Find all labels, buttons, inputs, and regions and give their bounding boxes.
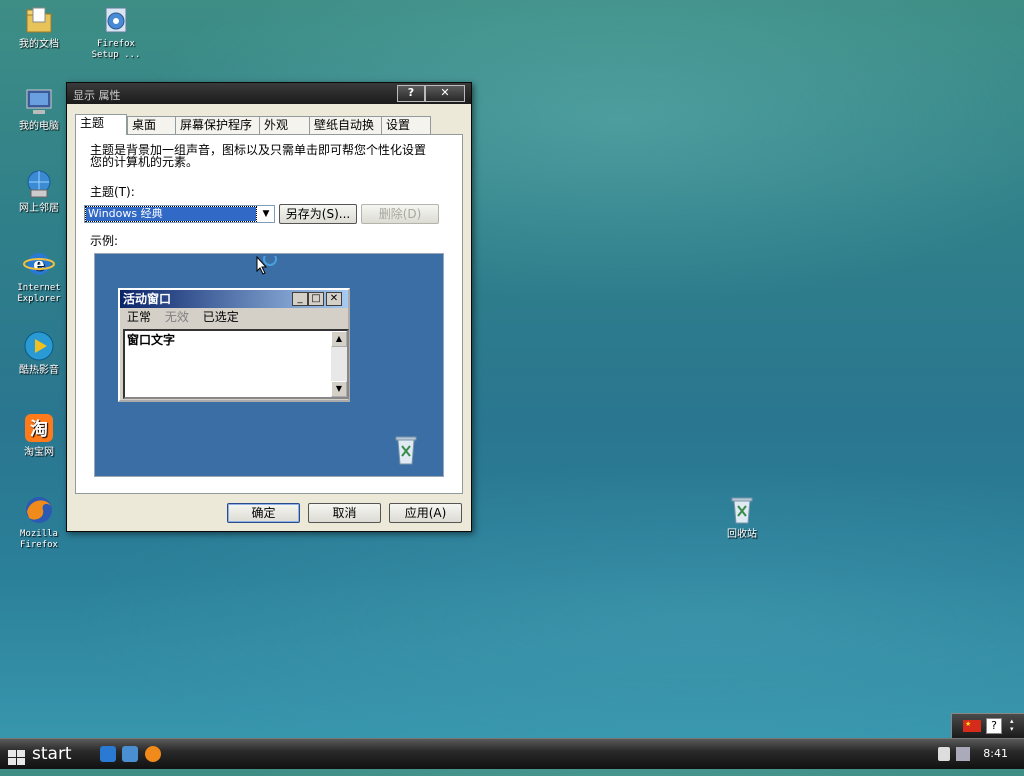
firefox-icon [23, 494, 55, 526]
start-button[interactable]: start [0, 739, 92, 769]
folder-icon [23, 4, 55, 36]
language-bar-options-icon[interactable]: ▴ ▾ [1010, 717, 1020, 733]
ie-icon: e [23, 248, 55, 280]
play-icon [23, 330, 55, 362]
close-icon: ✕ [326, 292, 342, 306]
tab-appearance[interactable]: 外观 [259, 116, 311, 134]
preview-window: 活动窗口 _ □ ✕ 正常 无效 已选定 窗口文字 ▲ ▼ [118, 288, 350, 402]
busy-cursor-icon [256, 252, 280, 283]
preview-scrollbar: ▲ ▼ [331, 331, 347, 397]
network-tray-icon[interactable] [956, 747, 970, 761]
preview-menu-selected: 已选定 [202, 310, 239, 324]
desktop-icon-my-documents[interactable]: 我的文档 [7, 4, 71, 50]
desktop-icon-media-player[interactable]: 酷热影音 [7, 330, 71, 376]
china-flag-icon[interactable]: ★ [963, 720, 981, 732]
svg-text:淘: 淘 [30, 418, 48, 440]
preview-window-titlebar: 活动窗口 _ □ ✕ [120, 290, 348, 308]
desktop-icon-internet-explorer[interactable]: e Internet Explorer [7, 248, 71, 305]
help-icon[interactable]: ? [986, 718, 1002, 734]
desktop-icon-label-line2: Explorer [17, 294, 61, 304]
tab-theme[interactable]: 主题 [75, 114, 127, 135]
desktop-icon-taobao[interactable]: 淘 淘宝网 [7, 412, 71, 458]
recycle-bin-icon [726, 494, 758, 526]
svg-text:e: e [33, 254, 44, 275]
scroll-down-icon: ▼ [331, 381, 347, 397]
preview-menu: 正常 无效 已选定 [120, 308, 348, 326]
taobao-icon: 淘 [23, 412, 55, 444]
preview-text-area: 窗口文字 ▲ ▼ [123, 329, 349, 399]
theme-dropdown[interactable]: Windows 经典 ▼ [84, 205, 275, 223]
desktop-icon-firefox-setup[interactable]: Firefox Setup ... [84, 4, 148, 61]
computer-icon [23, 86, 55, 118]
description-line-2: 您的计算机的元素。 [90, 155, 199, 169]
start-label: start [32, 744, 72, 764]
delete-button[interactable]: 删除(D) [361, 204, 439, 224]
display-properties-dialog: 显示 属性 ? ✕ 主题 桌面 屏幕保护程序 外观 壁纸自动换 设置 主题是背景… [66, 82, 472, 532]
sample-label: 示例: [90, 234, 119, 248]
desktop-icon-label: 淘宝网 [24, 447, 54, 458]
preview-window-title: 活动窗口 [123, 292, 172, 306]
chevron-down-icon[interactable]: ▼ [258, 206, 274, 222]
desktop-icon-label: 回收站 [727, 529, 757, 540]
desktop-icon-mozilla-firefox[interactable]: Mozilla Firefox [7, 494, 71, 551]
minimize-icon: _ [292, 292, 308, 306]
system-tray: 8:41 [938, 739, 1024, 769]
close-button[interactable]: ✕ [425, 85, 465, 102]
recycle-bin-icon [393, 434, 419, 469]
clock[interactable]: 8:41 [983, 747, 1008, 760]
scroll-up-icon: ▲ [331, 331, 347, 347]
desktop-icon-network[interactable]: 网上邻居 [7, 168, 71, 214]
preview-menu-normal: 正常 [127, 310, 152, 324]
windows-logo-icon [8, 746, 26, 776]
desktop-icon-recycle-bin[interactable]: 回收站 [710, 494, 774, 540]
tab-desktop[interactable]: 桌面 [127, 116, 177, 134]
tab-settings[interactable]: 设置 [381, 116, 431, 134]
theme-tab-panel: 主题是背景加一组声音，图标以及只需单击即可帮您个性化设置 您的计算机的元素。 主… [75, 134, 463, 494]
ok-button[interactable]: 确定 [227, 503, 300, 523]
theme-dropdown-value: Windows 经典 [85, 206, 257, 222]
maximize-icon: □ [308, 292, 324, 306]
theme-label: 主题(T): [90, 185, 135, 199]
preview-menu-disabled: 无效 [164, 310, 189, 324]
desktop-icon-label-line2: Setup ... [91, 50, 141, 60]
cancel-button[interactable]: 取消 [308, 503, 381, 523]
network-icon [23, 168, 55, 200]
firefox-quicklaunch-icon[interactable] [145, 746, 161, 762]
tab-wallpaper-changer[interactable]: 壁纸自动换 [309, 116, 383, 134]
desktop-icon-label-line2: Firefox [20, 540, 58, 550]
taskbar: start 8:41 [0, 738, 1024, 769]
show-desktop-icon[interactable] [122, 746, 138, 762]
desktop-icon-label: Internet [17, 283, 61, 293]
save-as-button[interactable]: 另存为(S)... [279, 204, 357, 224]
preview-window-text: 窗口文字 [127, 333, 176, 347]
help-button[interactable]: ? [397, 85, 425, 102]
desktop-icon-my-computer[interactable]: 我的电脑 [7, 86, 71, 132]
tab-screensaver[interactable]: 屏幕保护程序 [175, 116, 261, 134]
desktop-icon-label: 酷热影音 [19, 365, 59, 376]
language-bar: ★ ? ▴ ▾ [951, 713, 1024, 739]
safety-remove-icon[interactable] [938, 747, 950, 761]
desktop-icon-label: Firefox [97, 39, 135, 49]
installer-icon [100, 4, 132, 36]
theme-preview: 活动窗口 _ □ ✕ 正常 无效 已选定 窗口文字 ▲ ▼ [94, 253, 444, 477]
desktop-icon-label: 我的电脑 [19, 121, 59, 132]
apply-button[interactable]: 应用(A) [389, 503, 462, 523]
desktop-icon-label: Mozilla [20, 529, 58, 539]
dialog-titlebar[interactable]: 显示 属性 ? ✕ [67, 83, 471, 104]
desktop-icon-label: 网上邻居 [19, 203, 59, 214]
dialog-title: 显示 属性 [73, 89, 121, 102]
ie-quicklaunch-icon[interactable] [100, 746, 116, 762]
desktop-icon-label: 我的文档 [19, 39, 59, 50]
